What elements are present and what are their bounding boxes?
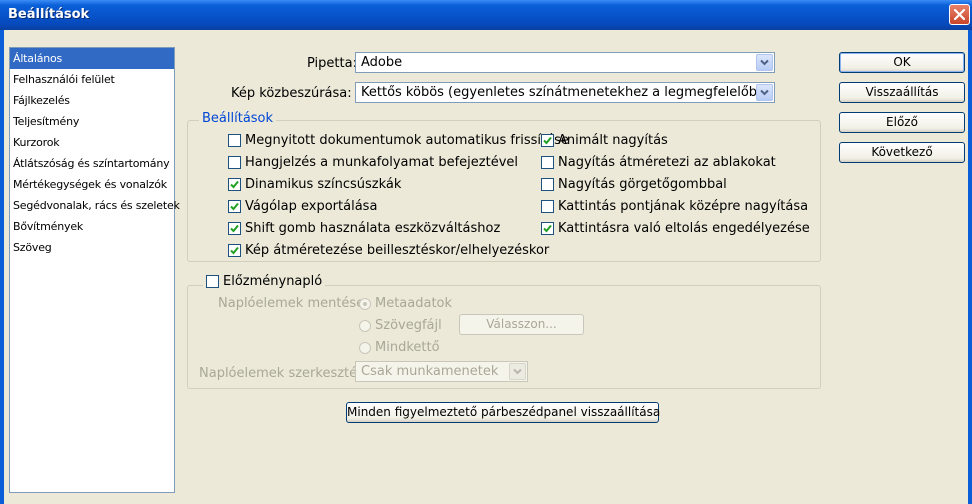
ok-button[interactable]: OK — [839, 52, 965, 73]
checkbox-label: Shift gomb használata eszközváltáshoz — [245, 221, 501, 236]
interpolation-select[interactable]: Kettős köbös (egyenletes színátmenetekhe… — [355, 82, 775, 103]
radio-text-file[interactable]: Szövegfájl — [359, 318, 442, 333]
auto-update-docs-checkbox[interactable]: Megnyitott dokumentumok automatikus fris… — [228, 133, 569, 148]
chevron-down-icon[interactable] — [756, 54, 773, 71]
checkbox-icon — [541, 156, 554, 169]
export-clipboard-checkbox[interactable]: Vágólap exportálása — [228, 199, 377, 214]
save-log-items-label: Naplóelemek mentése: — [218, 296, 369, 311]
category-item-plugins[interactable]: Bővítmények — [10, 216, 174, 237]
category-item-file-handling[interactable]: Fájlkezelés — [10, 90, 174, 111]
checkbox-label: Animált nagyítás — [558, 133, 668, 148]
checkmark-icon — [541, 222, 554, 235]
category-item-interface[interactable]: Felhasználói felület — [10, 69, 174, 90]
interpolation-label: Kép közbeszúrása: — [231, 86, 352, 101]
chevron-down-icon[interactable] — [756, 84, 773, 101]
options-legend: Beállítások — [199, 111, 277, 126]
checkmark-icon — [228, 244, 241, 257]
radio-label: Mindkettő — [375, 340, 440, 355]
checkbox-label: Vágólap exportálása — [245, 199, 378, 214]
checkbox-label: Hangjelzés a munkafolyamat befejeztével — [245, 155, 519, 170]
animated-zoom-checkbox[interactable]: Animált nagyítás — [541, 133, 668, 148]
category-item-performance[interactable]: Teljesítmény — [10, 111, 174, 132]
window-border-right — [968, 30, 972, 504]
edit-log-items-select[interactable]: Csak munkamenetek — [355, 361, 528, 382]
dynamic-color-sliders-checkbox[interactable]: Dinamikus színcsúszkák — [228, 177, 401, 192]
checkbox-label: Kép átméretezése beillesztéskor/elhelyez… — [245, 243, 550, 258]
beep-when-done-checkbox[interactable]: Hangjelzés a munkafolyamat befejeztével — [228, 155, 518, 170]
radio-icon — [359, 341, 371, 354]
checkbox-label: Nagyítás görgetőgombbal — [558, 177, 727, 192]
shift-tool-switch-checkbox[interactable]: Shift gomb használata eszközváltáshoz — [228, 221, 500, 236]
radio-both[interactable]: Mindkettő — [359, 340, 440, 355]
checkbox-label: Előzménynapló — [223, 274, 323, 289]
radio-metadata[interactable]: Metaadatok — [359, 296, 452, 311]
category-item-units[interactable]: Mértékegységek és vonalzók — [10, 174, 174, 195]
category-item-type[interactable]: Szöveg — [10, 237, 174, 258]
checkbox-icon — [228, 134, 241, 147]
radio-label: Metaadatok — [375, 296, 453, 311]
category-item-guides[interactable]: Segédvonalak, rács és szeletek — [10, 195, 180, 216]
checkbox-label: Kattintás pontjának középre nagyítása — [558, 199, 809, 214]
choose-file-button[interactable]: Válasszon... — [459, 314, 584, 335]
flick-panning-checkbox[interactable]: Kattintásra való eltolás engedélyezése — [541, 221, 810, 236]
checkmark-icon — [228, 222, 241, 235]
pipetta-select[interactable]: Adobe — [355, 52, 775, 73]
close-button[interactable] — [949, 4, 970, 25]
reset-button[interactable]: Visszaállítás — [839, 82, 965, 103]
pipetta-label: Pipetta: — [307, 56, 357, 71]
category-item-cursors[interactable]: Kurzorok — [10, 132, 174, 153]
window-title: Beállítások — [8, 7, 90, 22]
checkbox-icon — [206, 275, 219, 288]
radio-icon — [359, 319, 371, 332]
edit-log-items-label: Naplóelemek szerkesztése: — [199, 366, 377, 381]
checkbox-label: Megnyitott dokumentumok automatikus fris… — [245, 133, 569, 148]
title-bar[interactable]: Beállítások — [0, 0, 972, 30]
previous-button[interactable]: Előző — [839, 112, 965, 133]
checkmark-icon — [228, 200, 241, 213]
checkmark-icon — [228, 178, 241, 191]
checkmark-icon — [541, 134, 554, 147]
close-icon — [954, 9, 965, 20]
interpolation-value: Kettős köbös (egyenletes színátmenetekhe… — [361, 85, 771, 100]
checkbox-label: Kattintásra való eltolás engedélyezése — [558, 221, 810, 236]
zoom-scroll-wheel-checkbox[interactable]: Nagyítás görgetőgombbal — [541, 177, 727, 192]
zoom-clicked-point-checkbox[interactable]: Kattintás pontjának középre nagyítása — [541, 199, 808, 214]
next-button[interactable]: Következő — [839, 142, 965, 163]
edit-log-items-value: Csak munkamenetek — [361, 364, 499, 379]
category-item-general[interactable]: Általános — [10, 48, 174, 69]
reset-warning-dialogs-button[interactable]: Minden figyelmeztető párbeszédpanel viss… — [346, 402, 660, 423]
category-list[interactable]: Általános Felhasználói felület Fájlkezel… — [9, 47, 180, 493]
pipetta-value: Adobe — [361, 55, 403, 70]
checkbox-icon — [228, 156, 241, 169]
checkbox-label: Dinamikus színcsúszkák — [245, 177, 402, 192]
window-border-left — [0, 30, 4, 504]
history-log-checkbox[interactable]: Előzménynapló — [203, 274, 326, 289]
checkbox-icon — [541, 178, 554, 191]
checkbox-icon — [541, 200, 554, 213]
zoom-resizes-windows-checkbox[interactable]: Nagyítás átméretezi az ablakokat — [541, 155, 776, 170]
preferences-dialog: Beállítások Általános Felhasználói felül… — [0, 0, 972, 504]
category-item-transparency[interactable]: Átlátszóság és színtartomány — [10, 153, 174, 174]
resize-on-paste-checkbox[interactable]: Kép átméretezése beillesztéskor/elhelyez… — [228, 243, 549, 258]
chevron-down-icon[interactable] — [509, 363, 526, 380]
radio-label: Szövegfájl — [375, 318, 442, 333]
radio-icon — [359, 297, 371, 310]
checkbox-label: Nagyítás átméretezi az ablakokat — [558, 155, 776, 170]
